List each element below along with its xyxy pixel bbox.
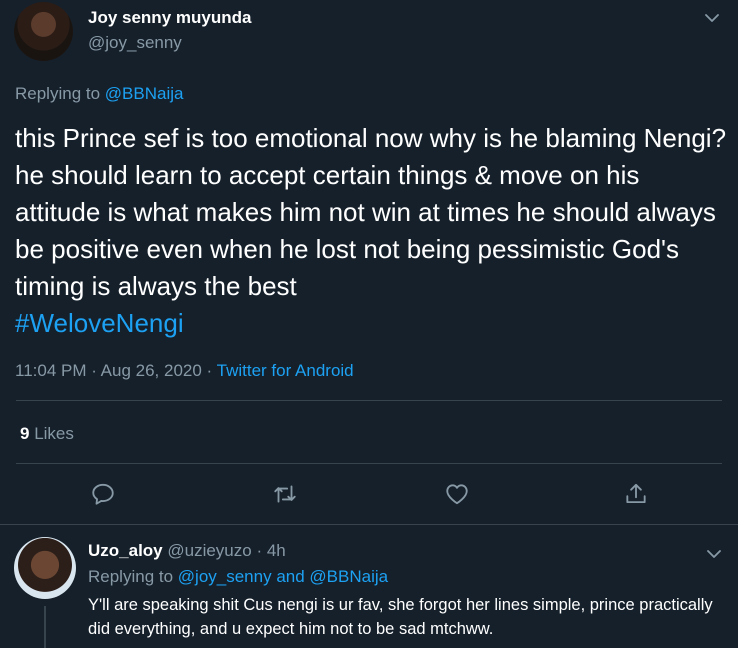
author-avatar[interactable] bbox=[14, 2, 73, 61]
retweet-icon bbox=[274, 485, 296, 503]
like-icon bbox=[446, 484, 468, 505]
replying-to-link[interactable]: @BBNaija bbox=[105, 84, 184, 103]
divider bbox=[16, 400, 722, 401]
tweet-timestamp[interactable]: 11:04 PM · Aug 26, 2020 · bbox=[15, 361, 217, 380]
tweet-body: this Prince sef is too emotional now why… bbox=[15, 123, 727, 301]
reply-button[interactable] bbox=[90, 481, 116, 512]
reply-icon bbox=[92, 483, 114, 505]
reply-meta[interactable]: @uzieyuzo · 4h bbox=[163, 541, 285, 560]
tweet-metadata: 11:04 PM · Aug 26, 2020 · Twitter for An… bbox=[15, 361, 354, 381]
likes-label: Likes bbox=[29, 424, 74, 443]
reply-text: Y'll are speaking shit Cus nengi is ur f… bbox=[88, 596, 713, 638]
thread-line bbox=[44, 606, 46, 648]
reply-author-avatar[interactable] bbox=[14, 537, 76, 599]
share-icon bbox=[626, 483, 646, 504]
reply-menu-button[interactable] bbox=[707, 546, 721, 564]
like-button[interactable] bbox=[444, 481, 470, 512]
chevron-down-icon bbox=[705, 14, 719, 22]
tweet-source-link[interactable]: Twitter for Android bbox=[217, 361, 354, 380]
tweet-text: this Prince sef is too emotional now why… bbox=[15, 120, 727, 342]
tweet-menu-button[interactable] bbox=[705, 10, 719, 28]
retweet-button[interactable] bbox=[272, 481, 298, 512]
likes-stat[interactable]: 9 Likes bbox=[20, 424, 74, 444]
reply-replying-prefix: Replying to bbox=[88, 567, 178, 586]
divider bbox=[0, 524, 738, 525]
reply-mention-2[interactable]: @BBNaija bbox=[309, 567, 388, 586]
author-handle[interactable]: @joy_senny bbox=[88, 33, 182, 53]
hashtag-link[interactable]: #WeloveNengi bbox=[15, 308, 184, 338]
reply-author-name[interactable]: Uzo_aloy bbox=[88, 541, 163, 560]
reply-mention-1[interactable]: @joy_senny bbox=[178, 567, 272, 586]
divider bbox=[16, 463, 722, 464]
reply-replying-to-line: Replying to @joy_senny and @BBNaija bbox=[88, 567, 388, 587]
replying-prefix: Replying to bbox=[15, 84, 105, 103]
replying-to-line: Replying to @BBNaija bbox=[15, 84, 183, 104]
share-button[interactable] bbox=[623, 481, 649, 512]
reply-header: Uzo_aloy @uzieyuzo · 4h bbox=[88, 541, 286, 561]
chevron-down-icon bbox=[707, 550, 721, 558]
author-name[interactable]: Joy senny muyunda bbox=[88, 8, 251, 28]
reply-mention-and: and bbox=[271, 567, 310, 586]
